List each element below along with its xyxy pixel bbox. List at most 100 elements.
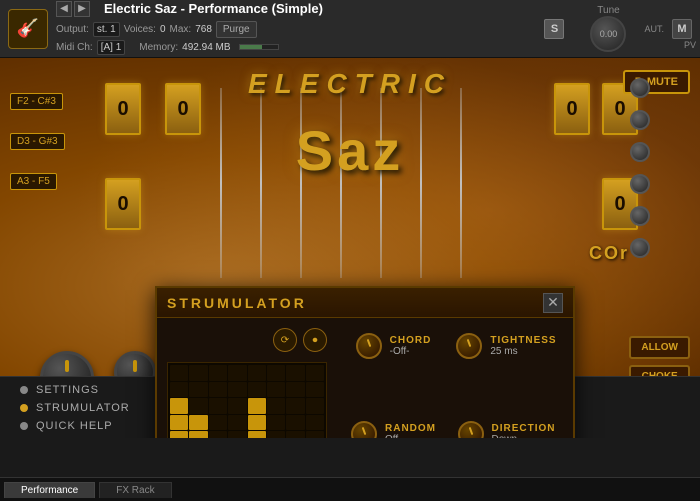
purge-button[interactable]: Purge (216, 21, 257, 38)
seq-cell-3-4[interactable] (248, 415, 266, 431)
seq-cell-3-1[interactable] (189, 415, 207, 431)
logo-symbol: 🎸 (17, 18, 39, 39)
seq-cell-1-4[interactable] (248, 382, 266, 398)
seq-cell-2-3[interactable] (228, 398, 246, 414)
direction-value: Down (492, 434, 556, 438)
seq-cell-4-4[interactable] (248, 431, 266, 438)
tune-label: Tune (597, 5, 619, 16)
seq-cell-4-6[interactable] (286, 431, 304, 438)
m-button[interactable]: M (672, 19, 692, 39)
seq-cell-4-2[interactable] (209, 431, 227, 438)
seq-cell-4-5[interactable] (267, 431, 285, 438)
record-button[interactable]: ⏺ (303, 328, 327, 352)
memory-label: Memory: (139, 42, 178, 53)
direction-knob[interactable] (458, 421, 484, 438)
instrument-area: ELECTRIC Saz 0 0 0 0 0 0 F2 - C#3 D3 - G… (0, 58, 700, 438)
tuner-knob-5[interactable] (630, 206, 650, 226)
seq-cell-0-2[interactable] (209, 365, 227, 381)
seq-cell-2-7[interactable] (306, 398, 324, 414)
seq-cell-0-7[interactable] (306, 365, 324, 381)
seq-cell-4-0[interactable] (170, 431, 188, 438)
midi-dropdown[interactable]: [A] 1 (97, 40, 126, 55)
seq-cell-2-4[interactable] (248, 398, 266, 414)
seq-cell-3-5[interactable] (267, 415, 285, 431)
seq-cell-2-1[interactable] (189, 398, 207, 414)
saz-title: Saz (296, 118, 405, 183)
seq-cell-1-0[interactable] (170, 382, 188, 398)
tightness-value: 25 ms (490, 346, 556, 357)
seq-cell-0-6[interactable] (286, 365, 304, 381)
seq-cell-2-5[interactable] (267, 398, 285, 414)
tuner-knob-4[interactable] (630, 174, 650, 194)
seq-cell-0-0[interactable] (170, 365, 188, 381)
seq-cell-3-0[interactable] (170, 415, 188, 431)
midi-label: Midi Ch: (56, 42, 93, 53)
seq-cell-2-0[interactable] (170, 398, 188, 414)
record-icon: ⏺ (313, 335, 318, 346)
seq-cell-1-1[interactable] (189, 382, 207, 398)
seq-cell-3-7[interactable] (306, 415, 324, 431)
auto-label: AUT. (644, 24, 664, 34)
string-7 (460, 88, 462, 278)
top-bar: 🎸 ◀ ▶ Electric Saz - Performance (Simple… (0, 0, 700, 58)
prev-arrow[interactable]: ◀ (56, 1, 72, 17)
strumulator-header: STRUMULATOR ✕ (157, 288, 573, 318)
seq-cell-4-3[interactable] (228, 431, 246, 438)
seq-cell-0-1[interactable] (189, 365, 207, 381)
seq-cell-4-1[interactable] (189, 431, 207, 438)
string-5 (380, 88, 382, 278)
pv-label: PV (684, 40, 696, 50)
range-label-1: F2 - C#3 (10, 93, 63, 110)
max-value: 768 (195, 24, 212, 35)
output-dropdown[interactable]: st. 1 (93, 22, 120, 37)
seq-cell-1-7[interactable] (306, 382, 324, 398)
loop-button[interactable]: ⟳ (273, 328, 297, 352)
tightness-knob[interactable] (456, 333, 482, 359)
output-label: Output: (56, 24, 89, 35)
chord-param: CHORD -Off- (342, 333, 445, 411)
chord-knob[interactable] (356, 333, 382, 359)
allow-button[interactable]: ALLOW (629, 336, 690, 359)
seq-cell-2-2[interactable] (209, 398, 227, 414)
fx-rack-tab[interactable]: FX Rack (99, 482, 171, 498)
tightness-label: TIGHTNESS (490, 335, 556, 346)
loop-icon: ⟳ (281, 335, 289, 346)
tuner-knob-1[interactable] (630, 78, 650, 98)
seq-cell-0-3[interactable] (228, 365, 246, 381)
seq-cell-1-3[interactable] (228, 382, 246, 398)
settings-label: SETTINGS (36, 384, 99, 396)
sequencer-area: ⟳ ⏺ ▶ ⊗ (167, 328, 327, 438)
next-arrow[interactable]: ▶ (74, 1, 90, 17)
seq-cell-4-7[interactable] (306, 431, 324, 438)
seq-cell-1-6[interactable] (286, 382, 304, 398)
tune-area: Tune 0.00 (578, 5, 638, 52)
footer: Performance FX Rack (0, 477, 700, 501)
fret-block-bot-left: 0 (105, 178, 141, 230)
sequencer-grid[interactable] (167, 362, 327, 438)
seq-cell-2-6[interactable] (286, 398, 304, 414)
tuner-knob-3[interactable] (630, 142, 650, 162)
strumulator-close[interactable]: ✕ (543, 293, 563, 313)
seq-cell-1-2[interactable] (209, 382, 227, 398)
tune-knob[interactable]: 0.00 (590, 16, 626, 52)
fret-block-right-1: 0 (554, 83, 590, 135)
range-label-3: A3 - F5 (10, 173, 57, 190)
seq-cell-3-3[interactable] (228, 415, 246, 431)
seq-cell-3-6[interactable] (286, 415, 304, 431)
strumulator-title: STRUMULATOR (167, 295, 307, 311)
strumulator-content: ⟳ ⏺ ▶ ⊗ (157, 318, 573, 438)
random-knob[interactable] (351, 421, 377, 438)
seq-cell-3-2[interactable] (209, 415, 227, 431)
seq-cell-1-5[interactable] (267, 382, 285, 398)
random-value: Off (385, 434, 436, 438)
memory-bar (239, 44, 279, 50)
tuner-knob-6[interactable] (630, 238, 650, 258)
tuner-knob-2[interactable] (630, 110, 650, 130)
seq-cell-0-5[interactable] (267, 365, 285, 381)
strum-params: CHORD -Off- TIGHTNESS 25 ms (337, 328, 563, 438)
chord-label: CHORD (390, 335, 432, 346)
s-button[interactable]: S (544, 19, 564, 39)
performance-tab[interactable]: Performance (4, 482, 95, 498)
seq-cell-0-4[interactable] (248, 365, 266, 381)
instrument-title: Electric Saz - Performance (Simple) (104, 1, 323, 16)
